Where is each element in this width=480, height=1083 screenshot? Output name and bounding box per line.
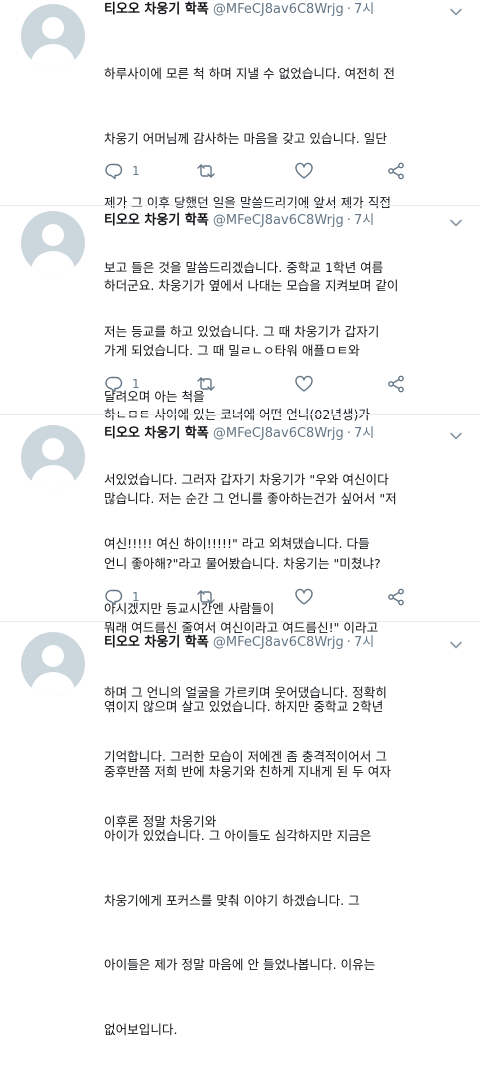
- reply-count: 1: [132, 164, 140, 178]
- reply-button[interactable]: 1: [104, 372, 140, 396]
- retweet-icon: [197, 377, 215, 391]
- timestamp[interactable]: 7시: [354, 213, 374, 228]
- share-button[interactable]: [386, 372, 406, 396]
- like-button[interactable]: [294, 585, 314, 609]
- text-line: 차웅기 어머님께 감사하는 마음을 갖고 있습니다. 일단: [104, 130, 387, 146]
- like-button[interactable]: [294, 372, 314, 396]
- tweet-text: 엮이지 않으며 살고 있었습니다. 하지만 중학교 2학년 중후반쯤 저희 반에…: [104, 653, 474, 1083]
- tweet-header: 티오오 차웅기 학폭 @MFeCJ8av6C8Wrjg · 7시: [104, 211, 374, 231]
- chevron-down-icon[interactable]: [449, 5, 463, 19]
- text-line: 엮이지 않으며 살고 있었습니다. 하지만 중학교 2학년: [104, 699, 384, 714]
- like-button[interactable]: [294, 159, 314, 183]
- text-line: 중후반쯤 저희 반에 차웅기와 친하게 지내게 된 두 여자: [104, 763, 391, 779]
- tweet-1[interactable]: 티오오 차웅기 학폭 @MFeCJ8av6C8Wrjg · 7시 하루사이에 모른 …: [0, 0, 480, 404]
- share-icon: [388, 162, 404, 180]
- text-line: 가게 되었습니다. 그 때 밀ㄹㄴㅇ타워 애플ㅁㅌ와: [104, 342, 360, 358]
- timestamp[interactable]: 7시: [354, 635, 374, 650]
- chevron-down-icon[interactable]: [449, 216, 463, 230]
- tweet-header: 티오오 차웅기 학폭 @MFeCJ8av6C8Wrjg · 7시: [104, 633, 374, 653]
- share-icon: [388, 375, 404, 393]
- retweet-icon: [197, 590, 215, 604]
- retweet-button[interactable]: [196, 585, 216, 609]
- author-name[interactable]: 티오오 차웅기 학폭: [104, 635, 209, 650]
- text-line: 아이들은 제가 정말 마음에 안 들었나봅니다. 이유는: [104, 957, 376, 972]
- tweet-header: 티오오 차웅기 학폭 @MFeCJ8av6C8Wrjg · 7시: [104, 0, 374, 20]
- heart-icon: [295, 162, 313, 179]
- avatar[interactable]: [21, 632, 85, 696]
- author-handle[interactable]: @MFeCJ8av6C8Wrjg: [213, 2, 344, 17]
- text-line: 하루사이에 모른 척 하며 지낼 수 없었습니다. 여전히 전: [104, 66, 395, 81]
- tweet-actions: 1: [104, 372, 424, 396]
- reply-icon: [105, 163, 123, 180]
- share-button[interactable]: [386, 159, 406, 183]
- timestamp[interactable]: 7시: [354, 2, 374, 17]
- author-handle[interactable]: @MFeCJ8av6C8Wrjg: [213, 213, 344, 228]
- reply-icon: [105, 589, 123, 606]
- share-button[interactable]: [386, 585, 406, 609]
- dot-separator: ·: [346, 635, 351, 650]
- reply-count: 1: [132, 377, 140, 391]
- avatar[interactable]: [21, 4, 85, 68]
- reply-button[interactable]: 1: [104, 585, 140, 609]
- retweet-icon: [197, 164, 215, 178]
- timestamp[interactable]: 7시: [354, 426, 374, 441]
- tweet-2[interactable]: 티오오 차웅기 학폭 @MFeCJ8av6C8Wrjg · 7시 하더군요. 차웅기…: [0, 206, 480, 616]
- tweet-header: 티오오 차웅기 학폭 @MFeCJ8av6C8Wrjg · 7시: [104, 424, 374, 444]
- author-handle[interactable]: @MFeCJ8av6C8Wrjg: [213, 426, 344, 441]
- retweet-button[interactable]: [196, 372, 216, 396]
- retweet-button[interactable]: [196, 159, 216, 183]
- share-icon: [388, 588, 404, 606]
- chevron-down-icon[interactable]: [449, 429, 463, 443]
- reply-icon: [105, 376, 123, 393]
- reply-button[interactable]: 1: [104, 159, 140, 183]
- dot-separator: ·: [346, 213, 351, 228]
- avatar[interactable]: [21, 211, 85, 275]
- avatar[interactable]: [21, 425, 85, 489]
- text-line: 많습니다. 저는 순간 그 언니를 좋아하는건가 싶어서 "저: [104, 491, 397, 506]
- dot-separator: ·: [346, 2, 351, 17]
- author-name[interactable]: 티오오 차웅기 학폭: [104, 213, 209, 228]
- tweet-actions: 1: [104, 159, 424, 183]
- text-line: 없어보입니다.: [104, 1021, 178, 1037]
- reply-count: 1: [132, 590, 140, 604]
- author-name[interactable]: 티오오 차웅기 학폭: [104, 2, 209, 17]
- tweet-3[interactable]: 티오오 차웅기 학폭 @MFeCJ8av6C8Wrjg · 7시 많습니다. 저는 …: [0, 415, 480, 829]
- dot-separator: ·: [346, 426, 351, 441]
- tweet-actions: 1: [104, 585, 424, 609]
- text-line: 하더군요. 차웅기가 옆에서 나대는 모습을 지켜보며 같이: [104, 278, 399, 293]
- text-line: 차웅기에게 포커스를 맞춰 이야기 하겠습니다. 그: [104, 892, 360, 908]
- author-handle[interactable]: @MFeCJ8av6C8Wrjg: [213, 635, 344, 650]
- chevron-down-icon[interactable]: [449, 638, 463, 652]
- author-name[interactable]: 티오오 차웅기 학폭: [104, 426, 209, 441]
- text-line: 아이가 있었습니다. 그 아이들도 심각하지만 지금은: [104, 828, 372, 843]
- heart-icon: [295, 375, 313, 392]
- text-line: 언니 좋아해?"라고 물어봤습니다. 차웅기는 "미쳤냐?: [104, 555, 381, 571]
- tweet-4[interactable]: 티오오 차웅기 학폭 @MFeCJ8av6C8Wrjg · 7시 엮이지 않으며 살…: [0, 622, 480, 1037]
- heart-icon: [295, 588, 313, 605]
